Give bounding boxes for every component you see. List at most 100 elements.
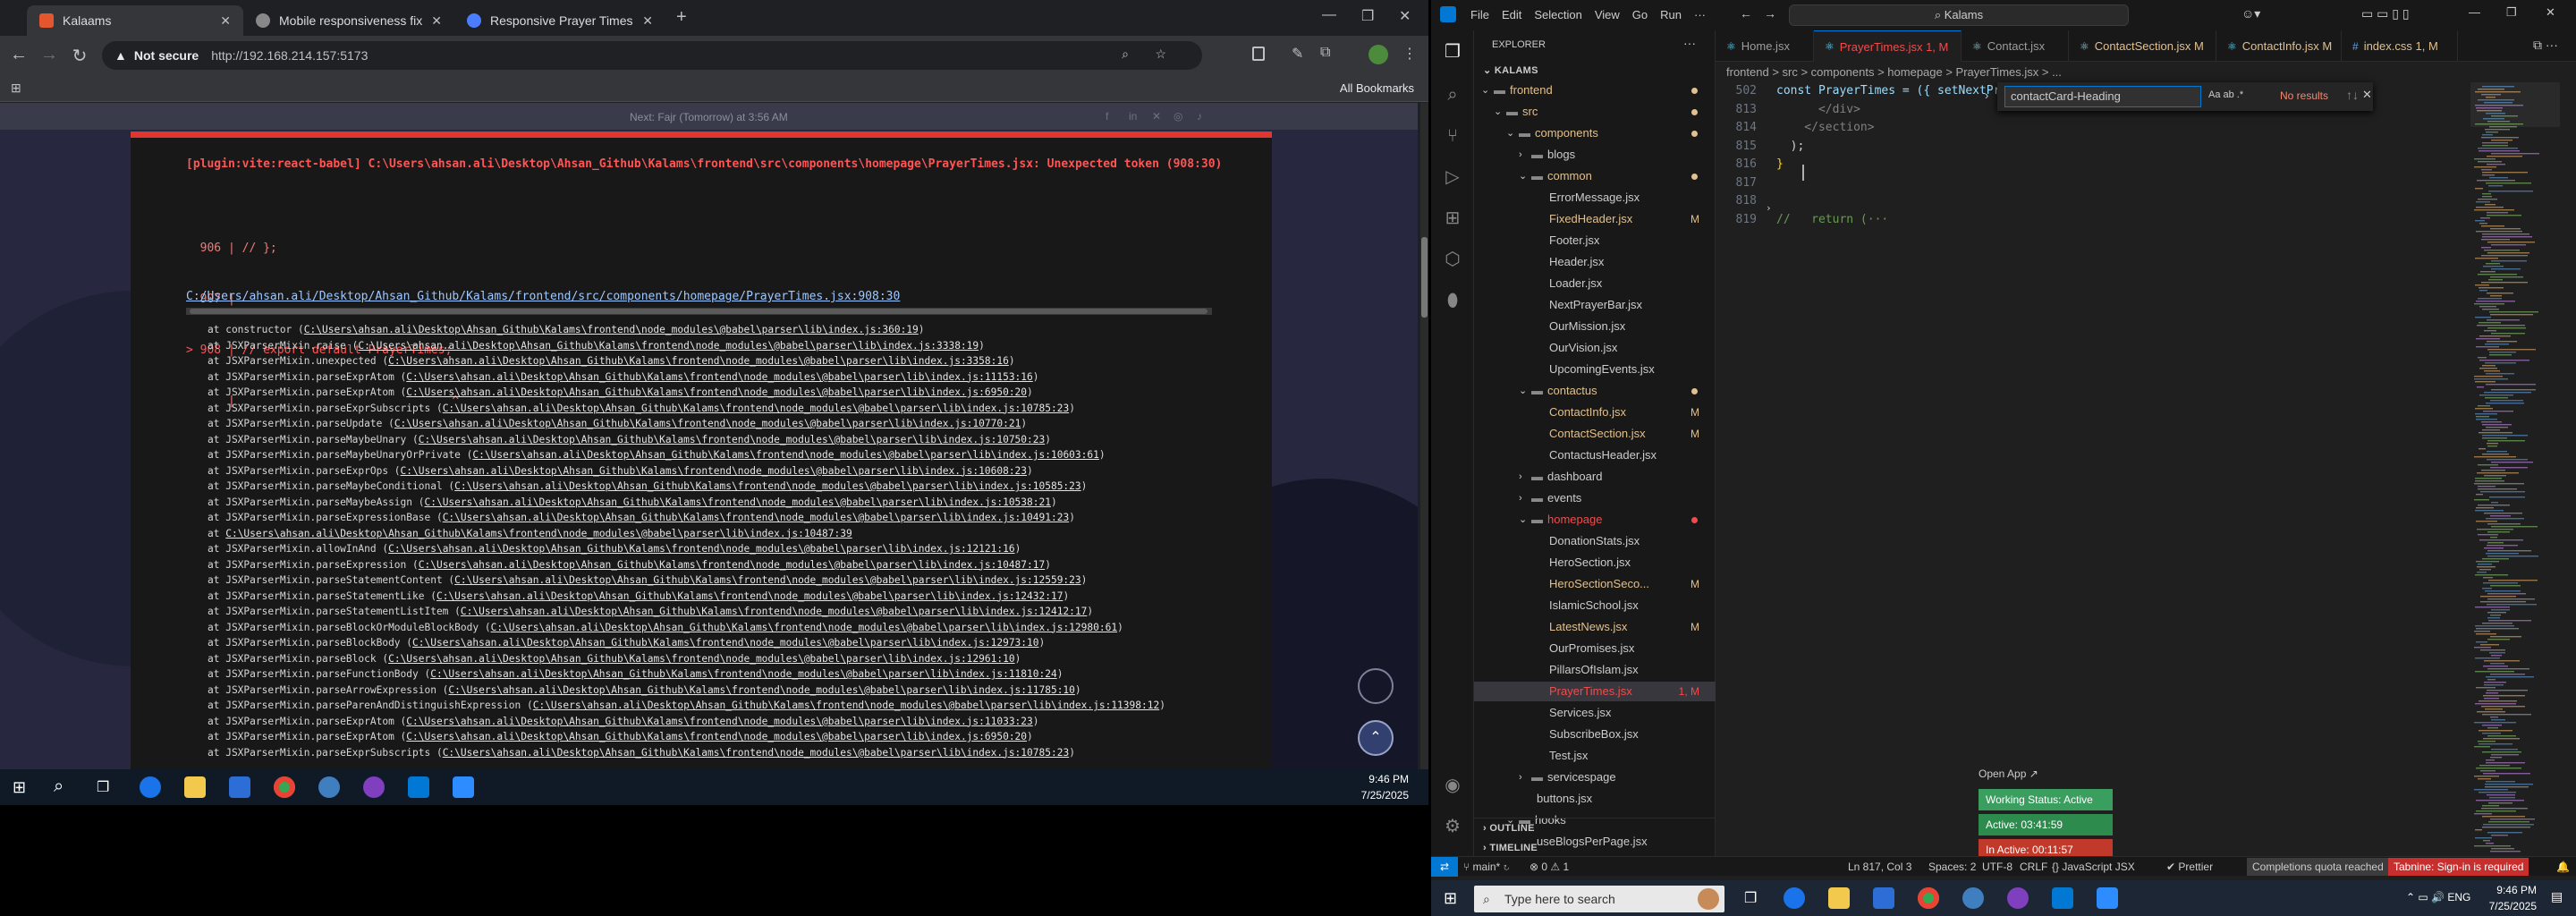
stack-location-link[interactable]: C:\Users\ahsan.ali\Desktop\Ahsan_Github\… <box>394 418 1021 429</box>
tree-folder[interactable]: ⌄ ▬ contactus <box>1474 381 1716 401</box>
stack-location-link[interactable]: C:\Users\ahsan.ali\Desktop\Ahsan_Github\… <box>388 543 1015 555</box>
tree-folder[interactable]: › ▬ blogs <box>1474 145 1716 165</box>
horizontal-scrollbar[interactable] <box>186 308 1212 315</box>
chevron-down-icon[interactable]: ⌄ <box>1494 102 1502 122</box>
tree-folder[interactable]: › ▬ servicespage <box>1474 768 1716 787</box>
stack-location-link[interactable]: C:\Users\ahsan.ali\Desktop\Ahsan_Github\… <box>388 653 1015 665</box>
find-input[interactable]: contactCard-Heading <box>2004 86 2201 107</box>
chevron-down-icon[interactable]: ⌄ <box>1506 123 1514 143</box>
explorer-icon[interactable]: ❐ <box>1442 41 1463 63</box>
timeline-section[interactable]: › TIMELINE <box>1483 843 1538 853</box>
nav-forward-icon[interactable]: → <box>1764 6 1776 21</box>
tree-folder[interactable]: › ▬ events <box>1474 488 1716 508</box>
tree-folder[interactable]: ⌄ ▬ homepage <box>1474 510 1716 530</box>
chrome-icon[interactable] <box>1918 887 1939 909</box>
stack-location-link[interactable]: C:\Users\ahsan.ali\Desktop\Ahsan_Github\… <box>406 716 1033 727</box>
tree-file[interactable]: Footer.jsx <box>1474 231 1716 250</box>
tree-file[interactable]: buttons.jsx <box>1474 789 1716 809</box>
tabnine-status[interactable]: Tabnine: Sign-in is required <box>2388 858 2529 876</box>
stack-location-link[interactable]: C:\Users\ahsan.ali\Desktop\Ahsan_Github\… <box>406 371 1033 383</box>
indentation-status[interactable]: Spaces: 2 <box>1928 857 1976 877</box>
task-view-icon[interactable]: ❐ <box>97 778 109 796</box>
settings-gear-icon[interactable]: ⚙ <box>1442 816 1463 837</box>
zoom-app-icon[interactable] <box>2097 887 2118 909</box>
social-icon-ig[interactable]: ◎ <box>1174 110 1182 123</box>
github-icon[interactable] <box>2007 887 2029 909</box>
mongodb-icon[interactable]: ⬮ <box>1442 290 1463 311</box>
eol-status[interactable]: CRLF <box>2020 857 2047 877</box>
chevron-right-icon[interactable]: › <box>1519 145 1522 165</box>
chevron-down-icon[interactable]: ⌄ <box>1519 381 1527 401</box>
app-icon[interactable] <box>318 776 340 798</box>
tray-icons[interactable]: ⌃ ▭ 🔊 ENG <box>2406 891 2470 903</box>
remote-icon[interactable]: ⬡ <box>1442 249 1463 270</box>
more-actions-icon[interactable]: ··· <box>1683 36 1696 50</box>
tree-file[interactable]: DonationStats.jsx <box>1474 531 1716 551</box>
source-control-icon[interactable]: ⑂ <box>1442 125 1463 147</box>
menu-dots-icon[interactable]: ⋮ <box>1402 45 1417 63</box>
chevron-right-icon[interactable]: › <box>1519 488 1522 508</box>
edge-icon[interactable] <box>1784 887 1805 909</box>
menu-item[interactable]: Run <box>1660 8 1682 21</box>
scroll-top-ghost-button[interactable] <box>1358 668 1394 704</box>
copilot-icon[interactable]: ☺▾ <box>2241 6 2260 21</box>
stack-location-link[interactable]: C:\Users\ahsan.ali\Desktop\Ahsan_Github\… <box>388 355 1009 367</box>
stack-location-link[interactable]: C:\Users\ahsan.ali\Desktop\Ahsan_Github\… <box>430 668 1057 680</box>
account-icon[interactable]: ◉ <box>1442 775 1463 796</box>
close-window-button[interactable]: ✕ <box>2546 5 2555 20</box>
chevron-down-icon[interactable]: ⌄ <box>1519 166 1527 186</box>
open-app-link[interactable]: Open App ↗ <box>1979 768 2038 780</box>
language-status[interactable]: {} JavaScript JSX <box>2052 857 2135 877</box>
tree-folder[interactable]: ⌄ ▬ frontend <box>1474 81 1716 100</box>
bookmark-star-icon[interactable]: ☆ <box>1155 47 1166 62</box>
minimize-button[interactable]: — <box>2469 5 2480 19</box>
social-icon-f[interactable]: f <box>1106 110 1108 123</box>
stack-location-link[interactable]: C:\Users\ahsan.ali\Desktop\Ahsan_Github\… <box>412 637 1039 649</box>
stack-location-link[interactable]: C:\Users\ahsan.ali\Desktop\Ahsan_Github\… <box>448 684 1075 696</box>
editor-tab[interactable]: ⚛ ContactInfo.jsx M <box>2216 30 2342 62</box>
tree-file[interactable]: ContactInfo.jsx M <box>1474 403 1716 422</box>
tree-folder[interactable]: ⌄ ▬ src <box>1474 102 1716 122</box>
stack-location-link[interactable]: C:\Users\ahsan.ali\Desktop\Ahsan_Github\… <box>454 480 1081 492</box>
stack-location-link[interactable]: C:\Users\ahsan.ali\Desktop\Ahsan_Github\… <box>472 449 1099 461</box>
search-icon[interactable]: ⌕ <box>1442 84 1463 106</box>
minimize-button[interactable]: — <box>1322 7 1336 23</box>
address-bar[interactable]: ▲ Not secure http://192.168.214.157:5173… <box>102 41 1202 70</box>
vscode-icon[interactable] <box>2052 887 2073 909</box>
editor-tab[interactable]: ⚛ ContactSection.jsx M <box>2069 30 2216 62</box>
menu-item[interactable]: ··· <box>1694 8 1706 21</box>
windows-start-icon[interactable]: ⊞ <box>13 778 26 797</box>
stack-location-link[interactable]: C:\Users\ahsan.ali\Desktop\Ahsan_Github\… <box>401 465 1028 477</box>
all-bookmarks-link[interactable]: All Bookmarks <box>1340 81 1414 95</box>
branch-status[interactable]: ⑂ main* ↻ <box>1463 857 1510 877</box>
editor-tab[interactable]: ⚛ Home.jsx <box>1716 30 1814 62</box>
encoding-status[interactable]: UTF-8 <box>1982 857 2012 877</box>
find-options[interactable]: Aa ab .* <box>2208 89 2243 100</box>
task-view-icon[interactable]: ❐ <box>1744 889 1757 907</box>
scroll-thumb[interactable] <box>1421 237 1428 318</box>
notification-center-icon[interactable]: ▤ <box>2551 889 2563 904</box>
apps-grid-icon[interactable]: ⊞ <box>11 81 21 96</box>
maximize-button[interactable]: ❐ <box>2506 5 2517 20</box>
social-icon-x[interactable]: ✕ <box>1152 110 1161 123</box>
outline-section[interactable]: › OUTLINE <box>1483 823 1535 834</box>
pen-icon[interactable]: ✎ <box>1292 45 1303 63</box>
error-file-link[interactable]: C:/Users/ahsan.ali/Desktop/Ahsan_Github/… <box>186 290 900 303</box>
close-tab-icon[interactable]: ✕ <box>220 13 231 29</box>
stack-location-link[interactable]: C:\Users\ahsan.ali\Desktop\Ahsan_Github\… <box>406 386 1027 398</box>
tree-folder[interactable]: ⌄ ▬ common <box>1474 166 1716 186</box>
cursor-position[interactable]: Ln 817, Col 3 <box>1848 857 1911 877</box>
tree-folder[interactable]: › ▬ dashboard <box>1474 467 1716 487</box>
find-arrows-icon[interactable]: ↑↓ <box>2346 88 2359 102</box>
problems-status[interactable]: ⊗ 0 ⚠ 1 <box>1530 857 1569 877</box>
notifications-bell-icon[interactable]: 🔔 <box>2556 857 2570 877</box>
menu-item[interactable]: View <box>1595 8 1620 21</box>
tree-folder[interactable]: ⌄ ▬ components <box>1474 123 1716 143</box>
tree-file[interactable]: IslamicSchool.jsx <box>1474 596 1716 615</box>
close-window-button[interactable]: ✕ <box>1399 7 1411 25</box>
toggle-replace-icon[interactable]: › <box>1985 89 1988 102</box>
tree-file[interactable]: Loader.jsx <box>1474 274 1716 293</box>
taskbar-search-input[interactable]: ⌕ Type here to search <box>1474 886 1724 912</box>
editor-tab[interactable]: # index.css 1, M <box>2342 30 2458 62</box>
tree-file[interactable]: PrayerTimes.jsx 1, M <box>1474 682 1716 701</box>
